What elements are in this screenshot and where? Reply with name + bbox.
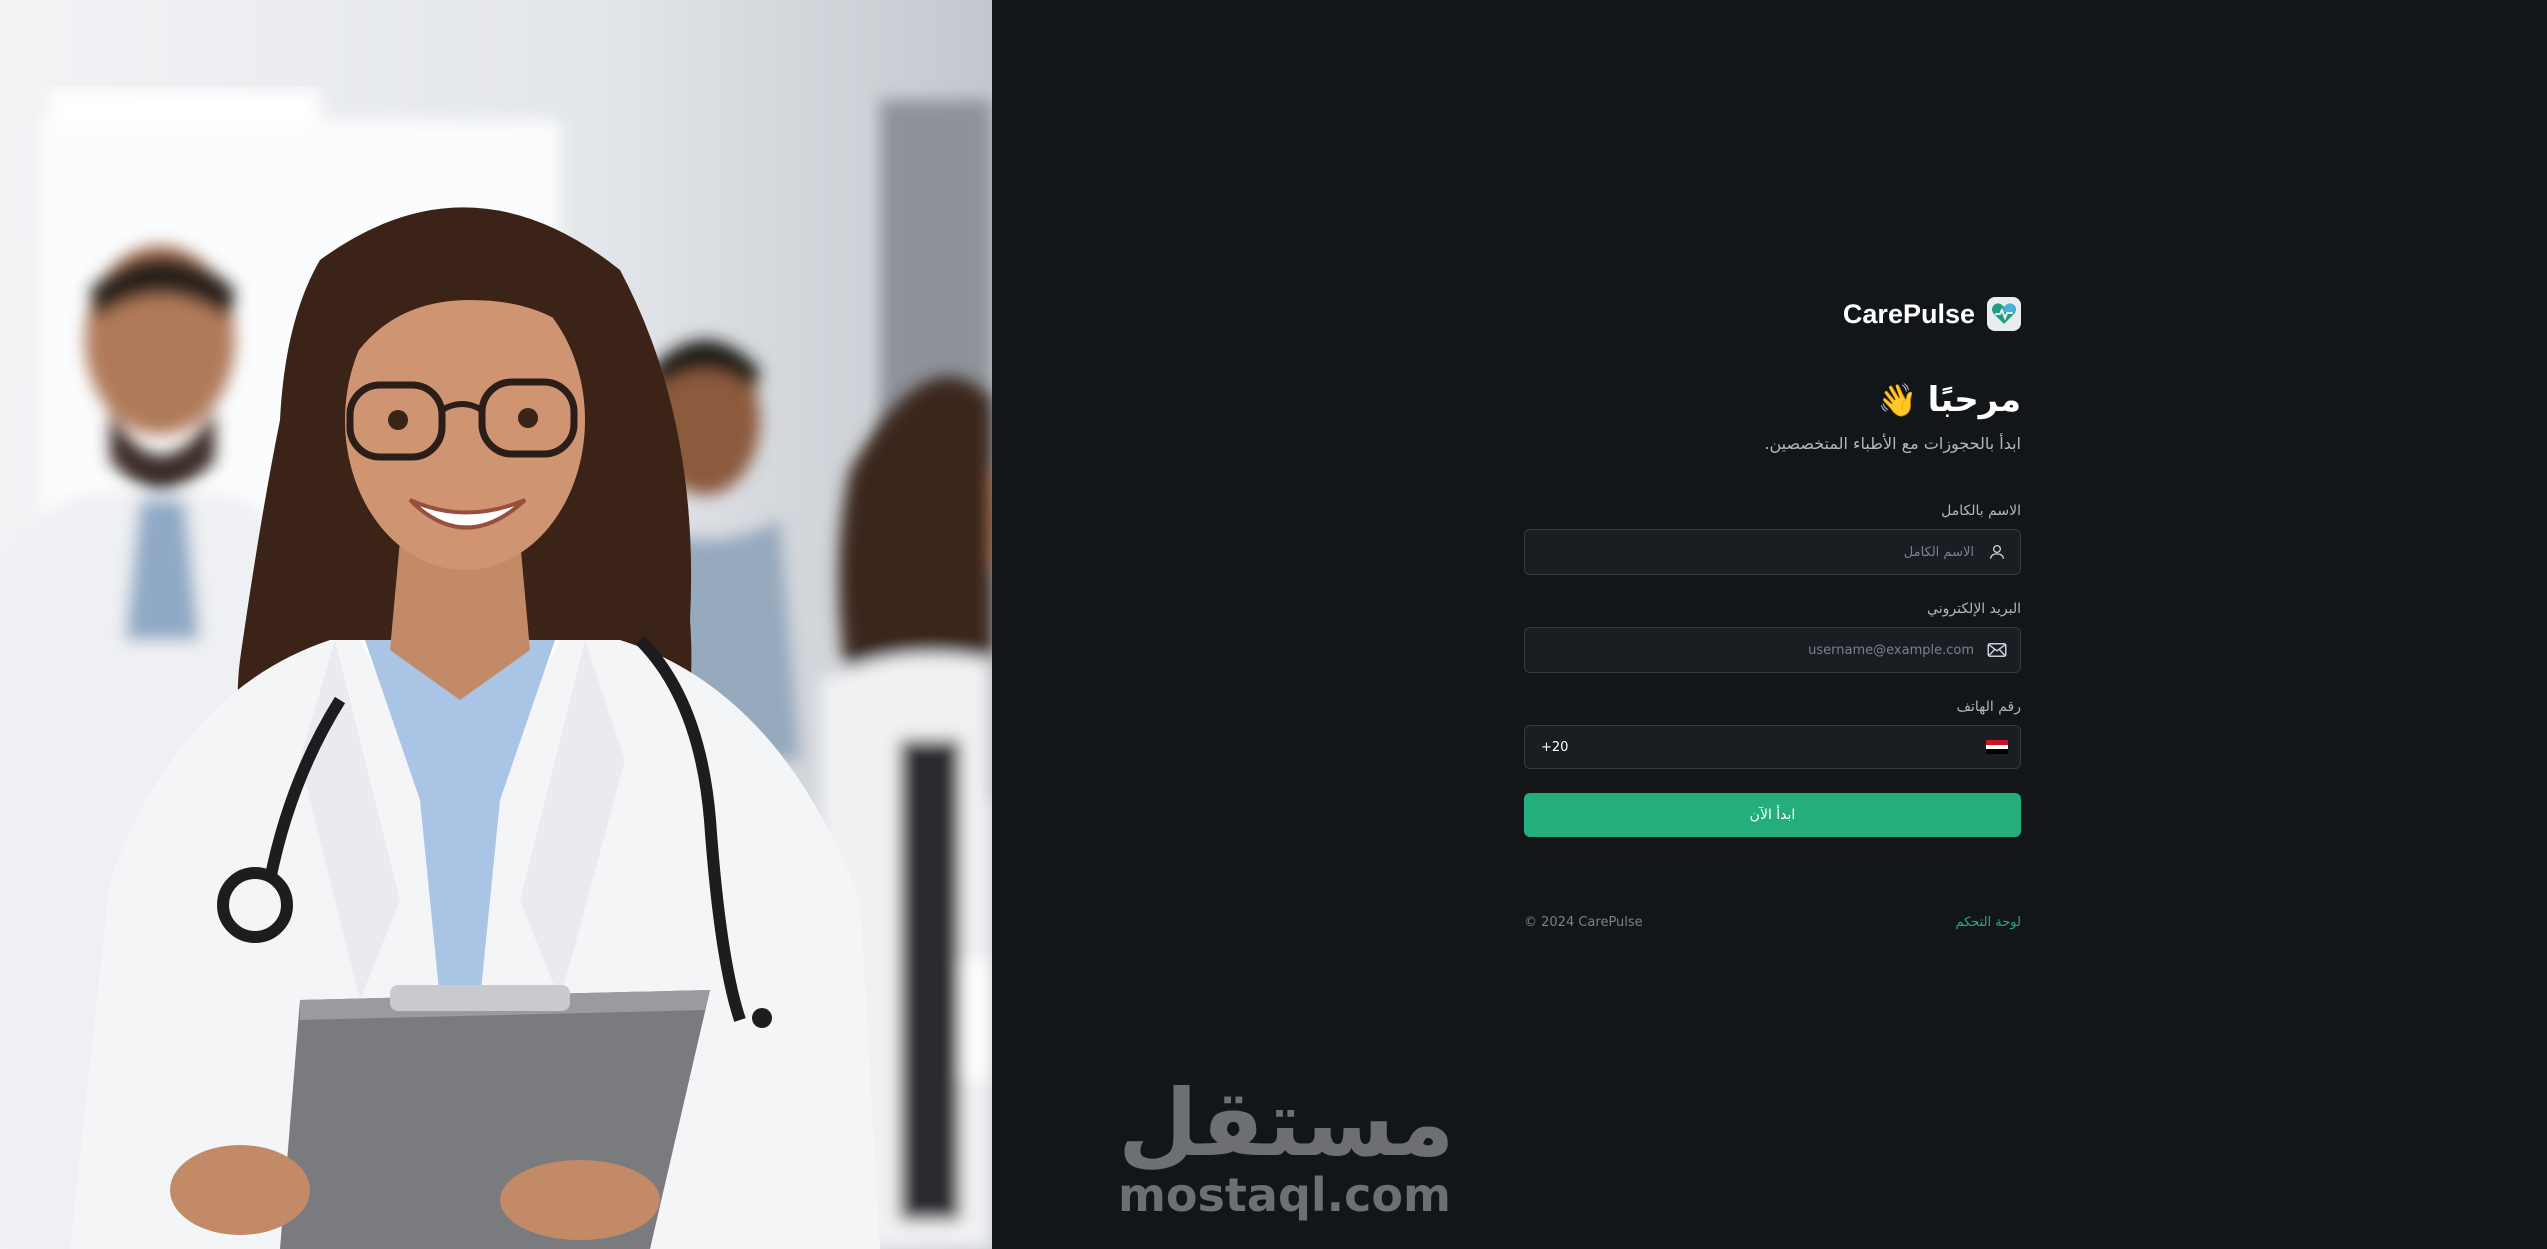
egypt-flag-icon [1986, 740, 2008, 754]
full-name-label: الاسم بالكامل [1941, 503, 2021, 519]
brand-name: CarePulse [1842, 298, 1975, 329]
phone-field-group: رقم الهاتف +20 [1524, 699, 2021, 769]
mail-icon [1986, 639, 2008, 661]
email-label: البريد الإلكتروني [1927, 601, 2021, 617]
phone-label: رقم الهاتف [1956, 699, 2021, 715]
signup-panel: CarePulse مرحبًا 👋 ابدأ بالحجوزات مع الأ… [992, 0, 2547, 1249]
email-input-box[interactable] [1524, 627, 2021, 673]
copyright-text: © 2024 CarePulse [1524, 915, 1643, 930]
signup-form: CarePulse مرحبًا 👋 ابدأ بالحجوزات مع الأ… [1524, 294, 2021, 930]
hero-photo [0, 0, 992, 1249]
phone-input-box[interactable]: +20 [1524, 725, 2021, 769]
phone-input[interactable]: +20 [1537, 740, 1974, 755]
brand: CarePulse [1524, 294, 2021, 334]
watermark-arabic: مستقل [1118, 1070, 1455, 1177]
country-select[interactable] [1986, 740, 2008, 754]
mostaql-watermark: مستقل mostaql.com [1118, 1070, 1455, 1222]
get-started-button[interactable]: ابدأ الآن [1524, 793, 2021, 837]
carepulse-heart-logo-icon [1987, 297, 2021, 331]
full-name-input-box[interactable] [1524, 529, 2021, 575]
email-input[interactable] [1537, 642, 1974, 658]
form-footer: لوحة التحكم © 2024 CarePulse [1524, 915, 2021, 930]
full-name-field-group: الاسم بالكامل [1524, 503, 2021, 575]
welcome-heading: مرحبًا 👋 [1524, 380, 2021, 420]
page-title: مرحبًا [1927, 380, 2021, 420]
user-icon [1986, 541, 2008, 563]
dashboard-link[interactable]: لوحة التحكم [1955, 915, 2021, 930]
page-subtitle: ابدأ بالحجوزات مع الأطباء المتخصصين. [1764, 434, 2021, 453]
waving-hand-icon: 👋 [1877, 381, 1918, 419]
doctors-illustration [0, 0, 992, 1249]
email-field-group: البريد الإلكتروني [1524, 601, 2021, 673]
full-name-input[interactable] [1537, 544, 1974, 560]
watermark-latin: mostaql.com [1118, 1168, 1451, 1222]
